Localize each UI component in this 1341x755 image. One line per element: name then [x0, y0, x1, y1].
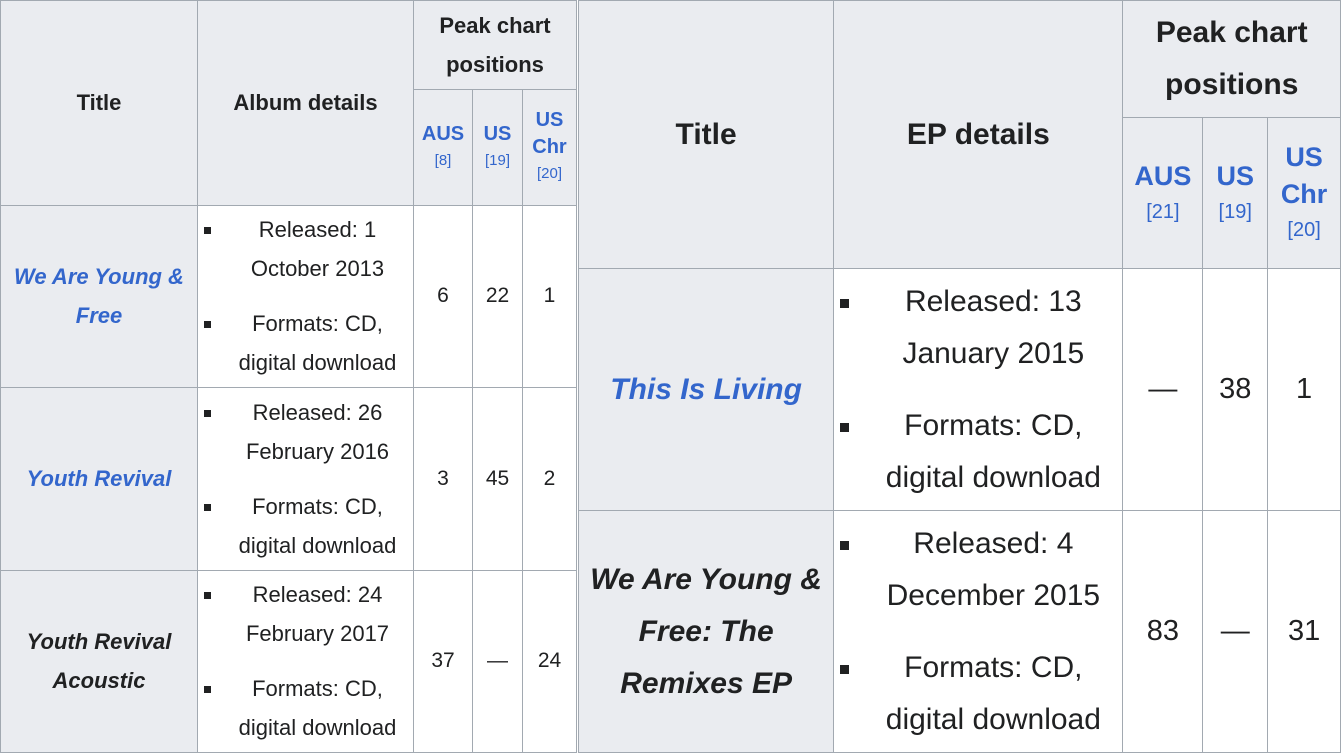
- reference-link[interactable]: [20]: [1268, 213, 1340, 247]
- chart-link-us-chr[interactable]: US Chr: [1281, 142, 1328, 209]
- column-header-peak-chart-positions: Peak chart positions: [1122, 0, 1341, 118]
- reference-link[interactable]: [20]: [523, 161, 576, 187]
- chart-position-us: 45: [472, 387, 523, 571]
- reference-link[interactable]: [19]: [473, 148, 522, 174]
- column-header-title: Title: [0, 0, 198, 206]
- album-details: Released: 26 February 2016 Formats: CD, …: [197, 387, 414, 571]
- table-row: This Is Living Released: 13 January 2015…: [577, 268, 1341, 511]
- chart-link-aus[interactable]: AUS: [1134, 161, 1191, 191]
- album-title-link[interactable]: Youth Revival: [0, 387, 198, 571]
- chart-link-us[interactable]: US: [1216, 161, 1254, 191]
- formats: Formats: CD, digital download: [198, 669, 413, 747]
- chart-position-aus: —: [1122, 268, 1204, 511]
- chart-position-aus: 83: [1122, 510, 1204, 753]
- chart-position-us-chr: 1: [1267, 268, 1341, 511]
- release-date: Released: 1 October 2013: [198, 210, 413, 288]
- table-row: We Are Young & Free Released: 1 October …: [0, 204, 577, 389]
- chart-position-us: 22: [472, 204, 523, 389]
- chart-link-us-chr[interactable]: US Chr: [532, 109, 566, 158]
- chart-position-us-chr: 24: [522, 569, 577, 753]
- formats: Formats: CD, digital download: [834, 642, 1122, 746]
- column-header-us: US [19]: [472, 89, 523, 206]
- column-header-aus: AUS [8]: [413, 89, 473, 206]
- column-header-aus: AUS [21]: [1122, 117, 1204, 269]
- column-header-us: US [19]: [1202, 117, 1269, 269]
- eps-table: Title EP details Peak chart positions AU…: [577, 0, 1341, 753]
- column-header-album-details: Album details: [197, 0, 414, 206]
- release-date: Released: 13 January 2015: [834, 276, 1122, 380]
- chart-position-us: 38: [1202, 268, 1269, 511]
- chart-link-aus[interactable]: AUS: [422, 123, 464, 145]
- album-title-link[interactable]: We Are Young & Free: [0, 204, 198, 389]
- chart-position-us-chr: 31: [1267, 510, 1341, 753]
- chart-position-aus: 37: [413, 569, 473, 753]
- release-date: Released: 26 February 2016: [198, 393, 413, 471]
- ep-details: Released: 13 January 2015 Formats: CD, d…: [833, 268, 1124, 511]
- table-row: Youth Revival Acoustic Released: 24 Febr…: [0, 569, 577, 753]
- chart-position-aus: 3: [413, 387, 473, 571]
- column-header-peak-chart-positions: Peak chart positions: [413, 0, 577, 91]
- release-date: Released: 24 February 2017: [198, 575, 413, 653]
- ep-details: Released: 4 December 2015 Formats: CD, d…: [833, 510, 1124, 753]
- chart-position-us-chr: 2: [522, 387, 577, 571]
- reference-link[interactable]: [19]: [1203, 195, 1267, 229]
- album-title: Youth Revival Acoustic: [0, 569, 198, 753]
- column-header-us-chr: US Chr [20]: [1267, 117, 1341, 269]
- reference-link[interactable]: [21]: [1123, 195, 1202, 229]
- formats: Formats: CD, digital download: [834, 400, 1122, 504]
- ep-title-link[interactable]: This Is Living: [577, 268, 835, 511]
- chart-position-us: —: [472, 569, 523, 753]
- chart-position-us: —: [1202, 510, 1269, 753]
- release-date: Released: 4 December 2015: [834, 518, 1122, 622]
- chart-position-aus: 6: [413, 204, 473, 389]
- formats: Formats: CD, digital download: [198, 487, 413, 565]
- albums-table: Title Album details Peak chart positions…: [0, 0, 577, 753]
- column-header-us-chr: US Chr [20]: [522, 89, 577, 206]
- table-row: We Are Young & Free: The Remixes EP Rele…: [577, 510, 1341, 753]
- album-details: Released: 1 October 2013 Formats: CD, di…: [197, 204, 414, 389]
- chart-link-us[interactable]: US: [484, 123, 512, 145]
- ep-title: We Are Young & Free: The Remixes EP: [577, 510, 835, 753]
- column-header-ep-details: EP details: [833, 0, 1124, 269]
- album-details: Released: 24 February 2017 Formats: CD, …: [197, 569, 414, 753]
- column-header-title: Title: [577, 0, 835, 269]
- formats: Formats: CD, digital download: [198, 304, 413, 382]
- chart-position-us-chr: 1: [522, 204, 577, 389]
- reference-link[interactable]: [8]: [414, 148, 472, 174]
- table-row: Youth Revival Released: 26 February 2016…: [0, 387, 577, 571]
